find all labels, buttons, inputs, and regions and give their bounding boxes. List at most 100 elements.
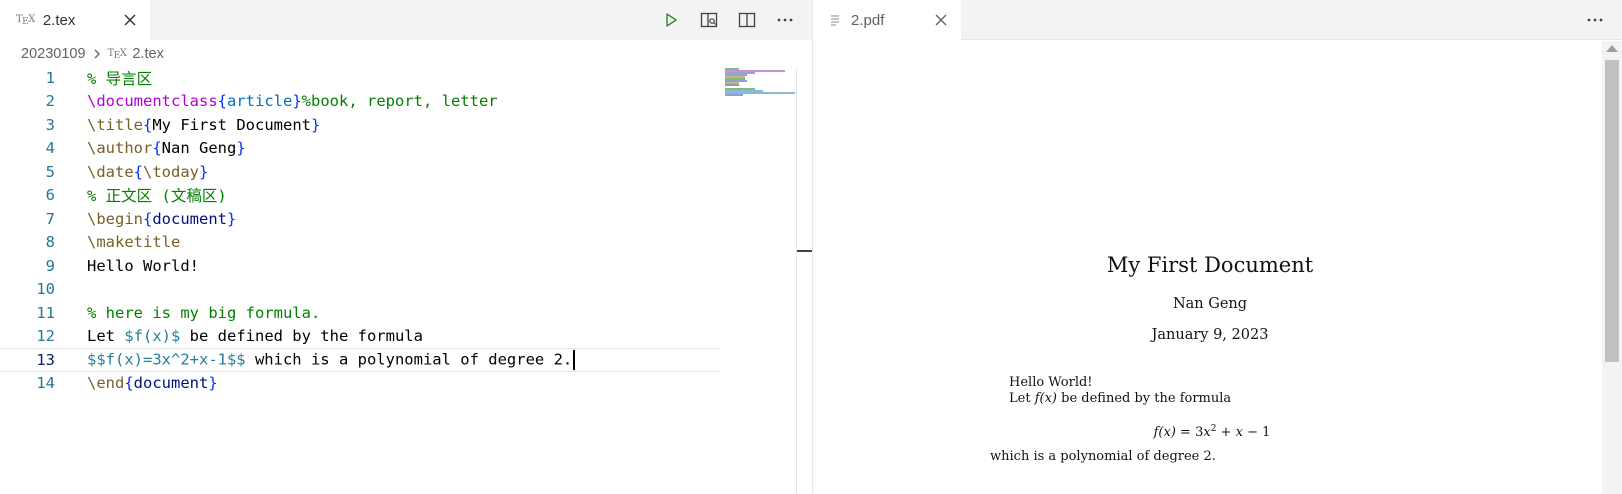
code-line[interactable]: 9 Hello World!: [0, 254, 720, 278]
line-number: 11: [36, 303, 55, 322]
code-editor[interactable]: 1% 导言区 2 \documentclass{article}%book, rep…: [0, 66, 720, 494]
pdf-body-line: Let f(x) be defined by the formula: [1009, 391, 1232, 406]
code-token: {: [133, 162, 144, 181]
more-actions-icon[interactable]: [1584, 9, 1606, 31]
code-token: \title: [87, 115, 143, 134]
code-text: \title{My First Document}: [87, 116, 320, 134]
more-actions-icon[interactable]: [774, 9, 796, 31]
code-token: Let: [87, 327, 125, 346]
code-token: \today: [143, 162, 200, 181]
code-text: $$f(x)=3x^2+x-1$$ which is a polynomial …: [87, 349, 576, 370]
code-line[interactable]: 2 \documentclass{article}%book, report, l…: [0, 90, 720, 114]
code-line[interactable]: 13 $$f(x)=3x^2+x-1$$ which is a polynomia…: [0, 348, 720, 372]
code-token: {: [143, 115, 153, 134]
pdf-group: 2.pdf My First Document Nan Geng January…: [813, 0, 1622, 494]
line-number: 9: [45, 256, 55, 275]
line-number: 5: [45, 162, 55, 181]
code-token: }: [199, 162, 209, 181]
code-token: % here is my big formula.: [87, 303, 321, 322]
breadcrumb-file[interactable]: 2.tex: [132, 46, 163, 62]
pdf-body-line: Hello World!: [1009, 375, 1093, 390]
pdf-date: January 9, 2023: [1151, 327, 1269, 343]
code-line[interactable]: 10: [0, 278, 720, 302]
line-number: 7: [45, 209, 55, 228]
editor-group: TEX 2.tex 20230109 TEX 2.tex 1 % 导言区 2 \…: [0, 0, 812, 494]
breadcrumb-folder[interactable]: 20230109: [21, 46, 86, 62]
minimap[interactable]: [725, 68, 795, 98]
code-token: }: [292, 92, 302, 111]
code-token: \end: [87, 374, 125, 393]
code-token: \author: [87, 139, 153, 158]
code-line[interactable]: 8 \maketitle: [0, 231, 720, 255]
editor-tab-bar: TEX 2.tex: [0, 0, 812, 40]
code-token: Hello World!: [87, 256, 199, 275]
scroll-up-arrow-icon[interactable]: [1606, 45, 1618, 52]
pdf-document-title: My First Document: [1106, 253, 1314, 277]
code-token: \documentclass: [87, 92, 218, 111]
line-number: 4: [45, 139, 55, 158]
line-number: 3: [45, 115, 55, 134]
split-editor-icon[interactable]: [736, 9, 758, 31]
editor-scrollbar-track[interactable]: [796, 68, 797, 494]
tab-label: 2.pdf: [851, 11, 885, 29]
code-text: \end{document}: [87, 374, 218, 392]
code-token: {: [217, 92, 227, 111]
line-number: 12: [36, 327, 55, 346]
line-number: 13: [36, 350, 55, 369]
tab-2-pdf[interactable]: 2.pdf: [813, 0, 961, 40]
editor-actions: [660, 0, 796, 40]
code-text: \maketitle: [87, 233, 180, 251]
pdf-viewer[interactable]: My First Document Nan Geng January 9, 20…: [813, 41, 1607, 494]
line-number: 10: [36, 280, 55, 299]
code-token: %book, report, letter: [301, 92, 498, 111]
code-text: % here is my big formula.: [87, 304, 320, 322]
tab-2-tex[interactable]: TEX 2.tex: [0, 0, 150, 40]
tex-icon: TEX: [16, 13, 35, 27]
code-token: be defined by the formula: [180, 327, 423, 346]
code-token: $$f(x)=3x^2+x-1$$: [87, 350, 246, 369]
code-line[interactable]: 3 \title{My First Document}: [0, 113, 720, 137]
code-line[interactable]: 5 \date{\today}: [0, 160, 720, 184]
code-token: My First Document: [152, 115, 311, 134]
code-text: % 导言区: [87, 67, 152, 89]
code-line[interactable]: 11 % here is my big formula.: [0, 301, 720, 325]
close-icon[interactable]: [120, 10, 140, 30]
code-token: {: [152, 139, 162, 158]
code-line[interactable]: 6 % 正文区 (文稿区): [0, 184, 720, 208]
line-number: 6: [45, 186, 55, 205]
code-token: \date: [87, 162, 134, 181]
breadcrumb: 20230109 TEX 2.tex: [21, 44, 164, 64]
code-text: % 正文区 (文稿区): [87, 184, 227, 206]
code-token: }: [310, 115, 321, 134]
code-token: {: [143, 209, 153, 228]
code-token: document: [133, 374, 209, 393]
line-number: 1: [45, 68, 55, 87]
code-token: which is a polynomial of degree 2.: [245, 350, 573, 369]
close-icon[interactable]: [931, 10, 951, 30]
code-token: }: [236, 139, 246, 158]
code-line[interactable]: 14 \end{document}: [0, 372, 720, 396]
code-text: \date{\today}: [87, 163, 208, 181]
code-line[interactable]: 12 Let $f(x)$ be defined by the formula: [0, 325, 720, 349]
code-token: }: [208, 374, 218, 393]
play-icon[interactable]: [660, 9, 682, 31]
pdf-scrollbar[interactable]: [1602, 41, 1622, 494]
pdf-scrollbar-thumb[interactable]: [1605, 60, 1619, 362]
code-token: }: [227, 209, 237, 228]
code-line[interactable]: 4 \author{Nan Geng}: [0, 137, 720, 161]
code-text: \begin{document}: [87, 210, 236, 228]
line-number: 8: [45, 233, 55, 252]
open-preview-icon[interactable]: [698, 9, 720, 31]
code-token: Nan Geng: [161, 139, 237, 158]
pdf-file-icon: [829, 13, 843, 27]
pdf-author: Nan Geng: [1172, 296, 1248, 312]
code-text: Hello World!: [87, 257, 199, 275]
editor-cursor-marker: [797, 250, 812, 252]
code-token: document: [152, 209, 227, 228]
code-line[interactable]: 1 % 导言区: [0, 66, 720, 90]
code-text: Let $f(x)$ be defined by the formula: [87, 327, 423, 345]
code-token: {: [124, 374, 134, 393]
code-line[interactable]: 7 \begin{document}: [0, 207, 720, 231]
code-token: $f(x)$: [124, 327, 181, 346]
line-number: 2: [45, 92, 55, 111]
